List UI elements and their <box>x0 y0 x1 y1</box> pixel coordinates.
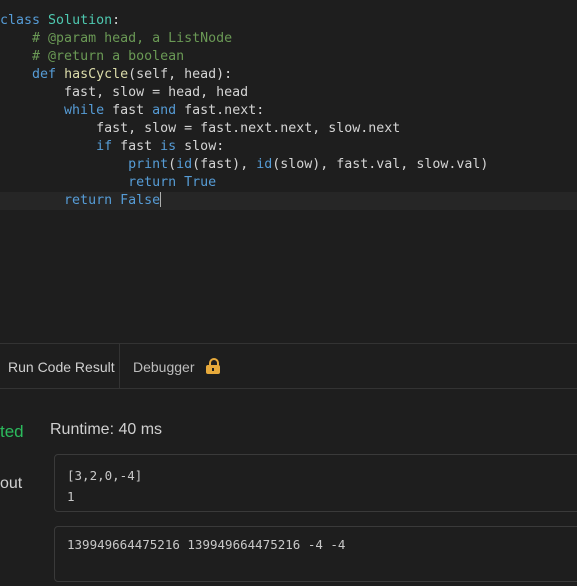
input-line: [3,2,0,-4] <box>67 468 143 483</box>
code-line[interactable]: fast, slow = head, head <box>0 84 248 102</box>
stdout-text: 139949664475216 139949664475216 -4 -4 <box>67 537 346 552</box>
code-token: hasCycle <box>64 67 129 82</box>
code-token: return <box>64 193 121 208</box>
code-line[interactable]: # @param head, a ListNode <box>0 30 232 48</box>
result-panel: Run Code Result Debugger ted Runtime: 40… <box>0 343 577 586</box>
input-box: [3,2,0,-4] 1 <box>54 454 577 512</box>
tab-debugger[interactable]: Debugger <box>121 344 221 388</box>
code-token: fast, slow = head, head <box>64 85 249 100</box>
code-token: is <box>160 139 185 154</box>
code-token: (fast), <box>192 157 257 172</box>
code-token: False <box>120 193 161 208</box>
code-token: fast <box>120 139 161 154</box>
code-token: if <box>96 139 121 154</box>
code-token: def <box>32 67 65 82</box>
code-line[interactable]: if fast is slow: <box>0 138 224 156</box>
stdout-box: 139949664475216 139949664475216 -4 -4 <box>54 526 577 582</box>
code-line[interactable]: class Solution: <box>0 12 120 30</box>
code-line[interactable]: return True <box>0 174 216 192</box>
text-cursor <box>160 192 162 207</box>
code-token: # @return a boolean <box>32 49 185 64</box>
code-token: and <box>152 103 185 118</box>
input-line: 1 <box>67 489 75 504</box>
code-token: : <box>112 13 121 28</box>
input-label: out <box>0 475 23 492</box>
code-line[interactable]: # @return a boolean <box>0 48 184 66</box>
code-token: slow: <box>184 139 225 154</box>
code-token: fast <box>112 103 153 118</box>
code-token: (slow), fast.val, slow.val) <box>272 157 489 172</box>
code-line[interactable]: def hasCycle(self, head): <box>0 66 232 84</box>
code-line[interactable]: print(id(fast), id(slow), fast.val, slow… <box>0 156 488 174</box>
runtime-text: Runtime: 40 ms <box>50 421 163 438</box>
code-line[interactable]: fast, slow = fast.next.next, slow.next <box>0 120 400 138</box>
code-token: while <box>64 103 113 118</box>
code-token: id <box>176 157 193 172</box>
code-line[interactable]: while fast and fast.next: <box>0 102 264 120</box>
code-token: True <box>184 175 217 190</box>
result-tabs: Run Code Result Debugger <box>0 344 577 389</box>
code-line[interactable]: return False <box>0 192 577 210</box>
code-token: ( <box>168 157 177 172</box>
tab-run-code-result[interactable]: Run Code Result <box>0 344 120 388</box>
code-token: (self, head): <box>128 67 233 82</box>
code-token: class <box>0 13 49 28</box>
code-token: Solution <box>48 13 113 28</box>
code-token: fast.next: <box>184 103 265 118</box>
lock-icon <box>206 358 221 374</box>
code-token: fast, slow = fast.next.next, slow.next <box>96 121 401 136</box>
code-token: return <box>128 175 185 190</box>
status-text: ted <box>0 422 24 441</box>
code-editor[interactable]: class Solution: # @param head, a ListNod… <box>0 0 577 343</box>
code-token: # @param head, a ListNode <box>32 31 233 46</box>
code-token: id <box>256 157 273 172</box>
tab-debugger-label: Debugger <box>133 359 195 375</box>
code-token: print <box>128 157 169 172</box>
